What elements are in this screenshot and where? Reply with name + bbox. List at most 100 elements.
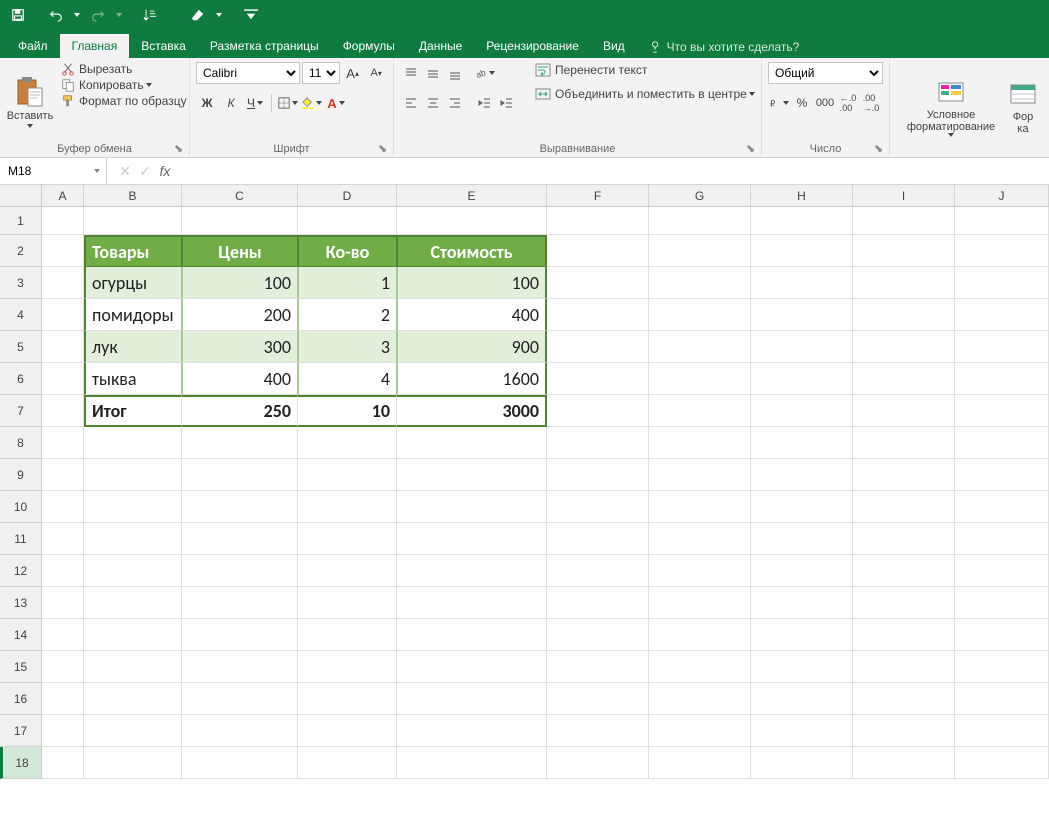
cell-G11[interactable]	[649, 523, 751, 555]
cut-button[interactable]: Вырезать	[56, 61, 192, 77]
cell-B6[interactable]: тыква	[84, 363, 182, 395]
cell-C13[interactable]	[182, 587, 298, 619]
cell-B17[interactable]	[84, 715, 182, 747]
cell-H18[interactable]	[751, 747, 853, 779]
cell-H7[interactable]	[751, 395, 853, 427]
bold-button[interactable]: Ж	[196, 92, 218, 114]
cell-B10[interactable]	[84, 491, 182, 523]
cell-A6[interactable]	[42, 363, 84, 395]
cell-A8[interactable]	[42, 427, 84, 459]
cell-D3[interactable]: 1	[298, 267, 397, 299]
decrease-decimal-button[interactable]: .00→.0	[860, 92, 882, 114]
cell-B15[interactable]	[84, 651, 182, 683]
cell-C17[interactable]	[182, 715, 298, 747]
percent-button[interactable]: %	[791, 92, 813, 114]
cell-G12[interactable]	[649, 555, 751, 587]
conditional-formatting-button[interactable]: Условное форматирование	[896, 61, 1006, 154]
cell-C5[interactable]: 300	[182, 331, 298, 363]
align-left-button[interactable]	[400, 92, 422, 114]
cell-H17[interactable]	[751, 715, 853, 747]
cell-E13[interactable]	[397, 587, 547, 619]
cell-F6[interactable]	[547, 363, 649, 395]
cell-J17[interactable]	[955, 715, 1049, 747]
cell-D18[interactable]	[298, 747, 397, 779]
qa-eraser-icon[interactable]	[184, 2, 212, 28]
cell-F11[interactable]	[547, 523, 649, 555]
cell-A1[interactable]	[42, 207, 84, 235]
decrease-indent-button[interactable]	[474, 92, 496, 114]
col-header-E[interactable]: E	[397, 185, 547, 206]
align-middle-button[interactable]	[422, 62, 444, 84]
merge-center-button[interactable]: Объединить и поместить в центре	[530, 85, 760, 103]
cell-B2[interactable]: Товары	[84, 235, 182, 267]
cell-F15[interactable]	[547, 651, 649, 683]
cell-C1[interactable]	[182, 207, 298, 235]
cell-F12[interactable]	[547, 555, 649, 587]
undo-dropdown[interactable]	[70, 2, 84, 28]
tab-view[interactable]: Вид	[591, 34, 637, 58]
cell-I11[interactable]	[853, 523, 955, 555]
cell-J11[interactable]	[955, 523, 1049, 555]
cell-C4[interactable]: 200	[182, 299, 298, 331]
cell-B3[interactable]: огурцы	[84, 267, 182, 299]
cell-I5[interactable]	[853, 331, 955, 363]
cell-E9[interactable]	[397, 459, 547, 491]
cell-C11[interactable]	[182, 523, 298, 555]
cell-G2[interactable]	[649, 235, 751, 267]
cell-D1[interactable]	[298, 207, 397, 235]
cell-J2[interactable]	[955, 235, 1049, 267]
save-button[interactable]	[4, 2, 32, 28]
cell-E17[interactable]	[397, 715, 547, 747]
cell-F1[interactable]	[547, 207, 649, 235]
cell-C3[interactable]: 100	[182, 267, 298, 299]
cancel-formula-icon[interactable]: ✕	[115, 163, 135, 180]
name-box[interactable]	[0, 158, 107, 184]
cell-E12[interactable]	[397, 555, 547, 587]
qa-customize[interactable]	[244, 2, 258, 28]
cell-G16[interactable]	[649, 683, 751, 715]
tab-formulas[interactable]: Формулы	[331, 34, 407, 58]
cell-A7[interactable]	[42, 395, 84, 427]
underline-button[interactable]: Ч	[244, 92, 266, 114]
cell-A17[interactable]	[42, 715, 84, 747]
cell-A18[interactable]	[42, 747, 84, 779]
cell-I7[interactable]	[853, 395, 955, 427]
cell-F8[interactable]	[547, 427, 649, 459]
cell-G18[interactable]	[649, 747, 751, 779]
cell-I6[interactable]	[853, 363, 955, 395]
cell-D5[interactable]: 3	[298, 331, 397, 363]
cell-E2[interactable]: Стоимость	[397, 235, 547, 267]
formula-input[interactable]	[183, 158, 1049, 184]
cell-J18[interactable]	[955, 747, 1049, 779]
cell-D14[interactable]	[298, 619, 397, 651]
cell-C18[interactable]	[182, 747, 298, 779]
format-painter-button[interactable]: Формат по образцу	[56, 93, 192, 109]
col-header-H[interactable]: H	[751, 185, 853, 206]
cell-F18[interactable]	[547, 747, 649, 779]
tab-data[interactable]: Данные	[407, 34, 474, 58]
cell-J10[interactable]	[955, 491, 1049, 523]
orientation-button[interactable]: ab	[474, 62, 496, 84]
cell-D10[interactable]	[298, 491, 397, 523]
cell-E3[interactable]: 100	[397, 267, 547, 299]
cell-B18[interactable]	[84, 747, 182, 779]
cell-F16[interactable]	[547, 683, 649, 715]
cell-I1[interactable]	[853, 207, 955, 235]
cell-C15[interactable]	[182, 651, 298, 683]
cell-H15[interactable]	[751, 651, 853, 683]
cell-J1[interactable]	[955, 207, 1049, 235]
cell-B9[interactable]	[84, 459, 182, 491]
cell-F4[interactable]	[547, 299, 649, 331]
cell-B5[interactable]: лук	[84, 331, 182, 363]
qa-eraser-dropdown[interactable]	[212, 2, 226, 28]
cell-I14[interactable]	[853, 619, 955, 651]
cell-B13[interactable]	[84, 587, 182, 619]
wrap-text-button[interactable]: Перенести текст	[530, 61, 760, 79]
name-box-input[interactable]	[8, 164, 88, 178]
cell-E4[interactable]: 400	[397, 299, 547, 331]
cell-E14[interactable]	[397, 619, 547, 651]
cell-B12[interactable]	[84, 555, 182, 587]
cell-I10[interactable]	[853, 491, 955, 523]
cell-E1[interactable]	[397, 207, 547, 235]
cell-A15[interactable]	[42, 651, 84, 683]
